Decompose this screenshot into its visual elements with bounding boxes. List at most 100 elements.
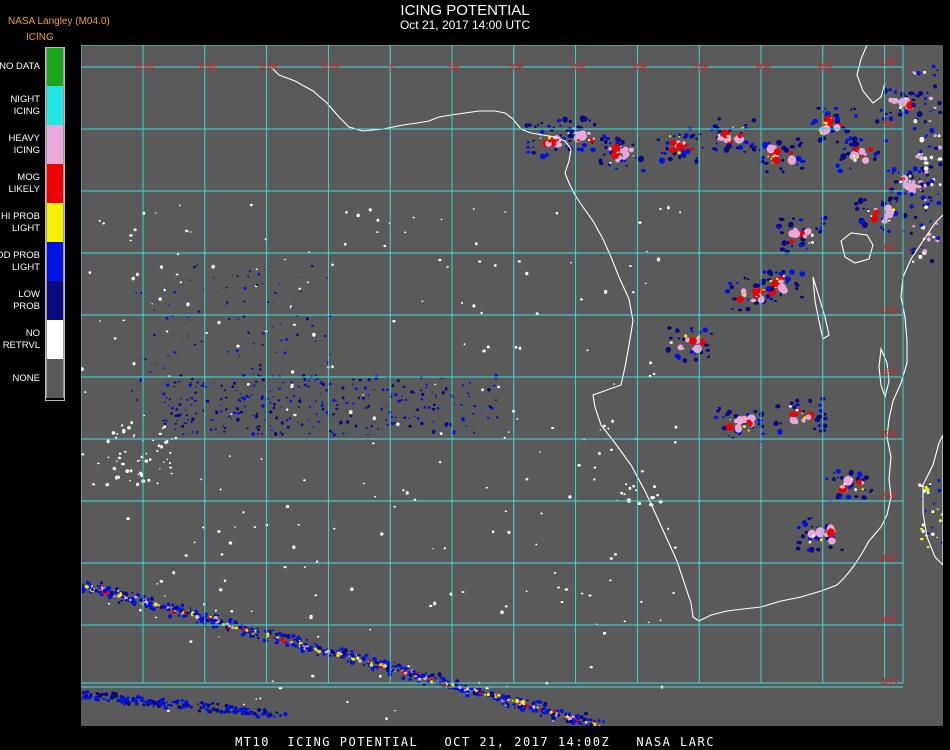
icing-patch (461, 417, 465, 422)
icing-patch (751, 147, 757, 152)
icing-patch (567, 131, 570, 134)
icing-patch (928, 483, 932, 486)
icing-patch (810, 233, 814, 237)
icing-patch (371, 442, 375, 445)
icing-patch (913, 119, 918, 124)
lon-label: 40W (136, 62, 155, 72)
icing-patch (136, 703, 139, 705)
icing-patch (547, 139, 552, 143)
icing-patch (273, 291, 277, 294)
icing-patch (743, 276, 747, 280)
icing-patch (173, 611, 177, 614)
icing-patch (607, 427, 610, 430)
icing-patch (352, 378, 355, 381)
icing-patch (158, 432, 162, 435)
icing-patch (450, 687, 453, 690)
icing-patch (779, 293, 783, 297)
icing-patch (180, 699, 184, 702)
legend-item-no-retrvl: NO RETRVL (0, 320, 66, 359)
icing-patch (81, 691, 86, 695)
icing-patch (724, 289, 731, 294)
icing-patch (332, 433, 336, 437)
legend-item-heavy-icing: HEAVY ICING (0, 125, 66, 164)
icing-patch (598, 724, 601, 727)
icing-patch (776, 139, 783, 146)
icing-patch (420, 421, 424, 426)
icing-patch (195, 621, 199, 624)
icing-patch (937, 157, 943, 161)
legend-swatch (46, 203, 64, 242)
icing-patch (506, 699, 509, 702)
icing-patch (163, 705, 168, 710)
icing-patch (436, 407, 440, 410)
icing-patch (122, 696, 126, 699)
icing-patch (893, 210, 899, 217)
icing-patch (140, 696, 144, 701)
icing-patch (239, 400, 242, 403)
legend-item-night-icing: NIGHT ICING (0, 86, 66, 125)
icing-patch (691, 133, 696, 137)
icing-patch (666, 326, 672, 330)
legend-label: NONE (12, 372, 40, 384)
icing-patch (848, 136, 853, 141)
icing-patch (331, 263, 334, 266)
legend-item-mod-prob-light: MOD PROB LIGHT (0, 242, 66, 281)
icing-patch (743, 294, 746, 298)
icing-patch (385, 717, 388, 721)
icing-patch (741, 126, 744, 129)
icing-patch (740, 418, 743, 420)
icing-patch (190, 397, 194, 400)
icing-patch (261, 343, 264, 346)
icing-patch (191, 417, 195, 421)
icing-patch (602, 424, 607, 428)
icing-patch (121, 462, 125, 466)
icing-patch (867, 209, 870, 212)
icing-patch (684, 143, 689, 147)
icing-patch (924, 170, 929, 174)
icing-patch (193, 343, 197, 346)
icing-patch (769, 272, 773, 277)
icing-patch (897, 112, 904, 117)
icing-patch (180, 603, 185, 608)
icing-patch (923, 102, 927, 106)
icing-patch (781, 170, 785, 174)
icing-patch (279, 431, 282, 434)
icing-patch (362, 482, 365, 485)
icing-patch (215, 621, 218, 623)
icing-patch (927, 237, 931, 242)
icing-patch (507, 530, 511, 534)
icing-patch (441, 680, 445, 683)
icing-patch (148, 602, 153, 606)
icing-patch (835, 496, 840, 500)
icing-patch (335, 400, 337, 402)
icing-patch (144, 358, 147, 361)
icing-patch (255, 426, 258, 429)
icing-patch (179, 281, 182, 284)
icing-patch (172, 571, 176, 575)
icing-patch (193, 541, 196, 544)
icing-patch (745, 306, 751, 312)
icing-patch (743, 424, 746, 428)
icing-patch (492, 697, 496, 700)
icing-patch (812, 534, 815, 538)
icing-patch (225, 304, 227, 306)
icing-patch (263, 268, 266, 270)
icing-patch (790, 244, 794, 248)
icing-patch (172, 335, 174, 337)
icing-patch (253, 526, 257, 529)
lat-label: 20S (881, 429, 897, 439)
icing-patch (311, 265, 314, 268)
icing-patch (256, 633, 259, 636)
icing-patch (918, 254, 923, 260)
icing-patch (736, 416, 744, 425)
icing-patch (912, 71, 916, 74)
icing-patch (167, 704, 171, 706)
icing-patch (206, 708, 209, 712)
icing-patch (919, 253, 921, 255)
icing-patch (273, 402, 276, 406)
icing-patch (105, 483, 110, 487)
icing-patch (929, 155, 934, 160)
icing-patch (269, 425, 272, 427)
icing-patch (119, 695, 123, 698)
icing-patch (236, 275, 239, 278)
